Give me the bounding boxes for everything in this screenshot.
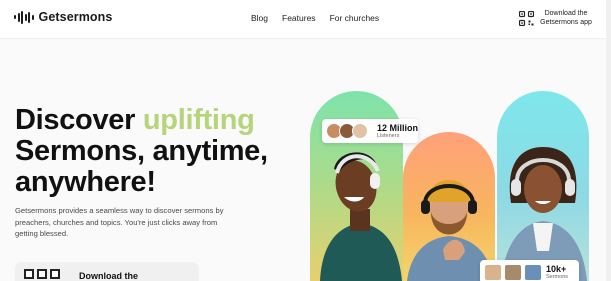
- nav-item-blog[interactable]: Blog: [251, 13, 268, 23]
- sermon-thumbnail: [524, 264, 542, 281]
- download-app-label: Download the Getsermons app: [540, 10, 592, 26]
- sermon-thumbnail: [484, 264, 502, 281]
- brand-name: Getsermons: [38, 10, 113, 24]
- sermons-stat-card: 10k+ Sermons: [480, 260, 579, 281]
- listeners-count: 12 Million: [377, 123, 419, 133]
- headline-part1: Discover: [15, 104, 143, 136]
- listener-avatars: [326, 123, 368, 139]
- sound-wave-icon: [14, 10, 34, 24]
- nav-item-features[interactable]: Features: [282, 13, 316, 23]
- headline-line2: Sermons, anytime,: [15, 135, 268, 167]
- nav-item-for-churches[interactable]: For churches: [330, 13, 380, 23]
- listener-photo-woman-headphones: [497, 91, 589, 281]
- headline-line3: anywhere!: [15, 166, 156, 198]
- download-card[interactable]: Download the: [15, 262, 199, 281]
- hero-description: Getsermons provides a seamless way to di…: [15, 206, 224, 238]
- sermons-label: Sermons: [546, 274, 569, 280]
- brand-logo[interactable]: Getsermons: [14, 10, 112, 24]
- main-nav: Blog Features For churches: [251, 13, 379, 23]
- qr-code-icon: [24, 269, 60, 279]
- download-app-link[interactable]: Download the Getsermons app: [518, 9, 592, 27]
- sermon-thumbnail: [504, 264, 522, 281]
- listeners-stat-card: 12 Million Listeners: [322, 119, 418, 143]
- top-navigation-bar: Getsermons Blog Features For churches Do…: [0, 0, 611, 38]
- hero-headline: Discover uplifting Sermons, anytime, any…: [15, 105, 268, 198]
- listener-photo-man-beanie: [403, 132, 495, 281]
- avatar: [352, 123, 368, 139]
- headline-accent: uplifting: [142, 104, 255, 136]
- page-scrollbar[interactable]: [606, 0, 611, 281]
- sermons-count: 10k+: [546, 264, 567, 274]
- listeners-label: Listeners: [377, 133, 400, 139]
- sermon-thumbnails: [484, 264, 544, 281]
- qr-code-icon: [518, 10, 535, 26]
- download-card-label: Download the: [79, 271, 138, 281]
